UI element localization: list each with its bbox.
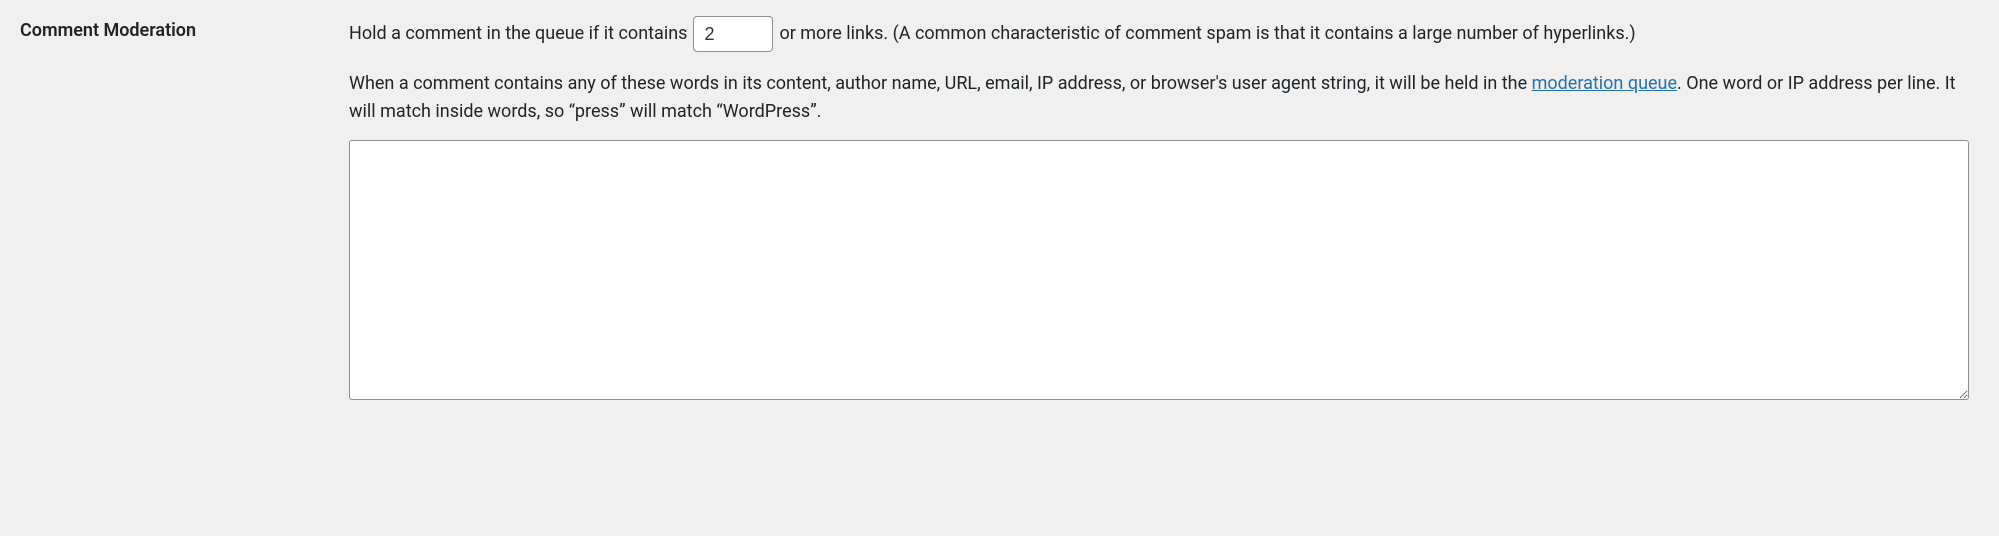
moderation-queue-link[interactable]: moderation queue — [1532, 73, 1677, 94]
moderation-keys-description: When a comment contains any of these wor… — [349, 70, 1969, 126]
max-links-row: Hold a comment in the queue if it contai… — [349, 16, 1969, 52]
moderation-keys-textarea[interactable] — [349, 140, 1969, 400]
max-links-label-before: Hold a comment in the queue if it contai… — [349, 20, 687, 49]
section-heading-comment-moderation: Comment Moderation — [20, 16, 349, 410]
max-links-input[interactable] — [693, 16, 773, 52]
moderation-keys-desc-part1: When a comment contains any of these wor… — [349, 73, 1532, 94]
max-links-label-after: or more links. (A common characteristic … — [779, 20, 1635, 49]
